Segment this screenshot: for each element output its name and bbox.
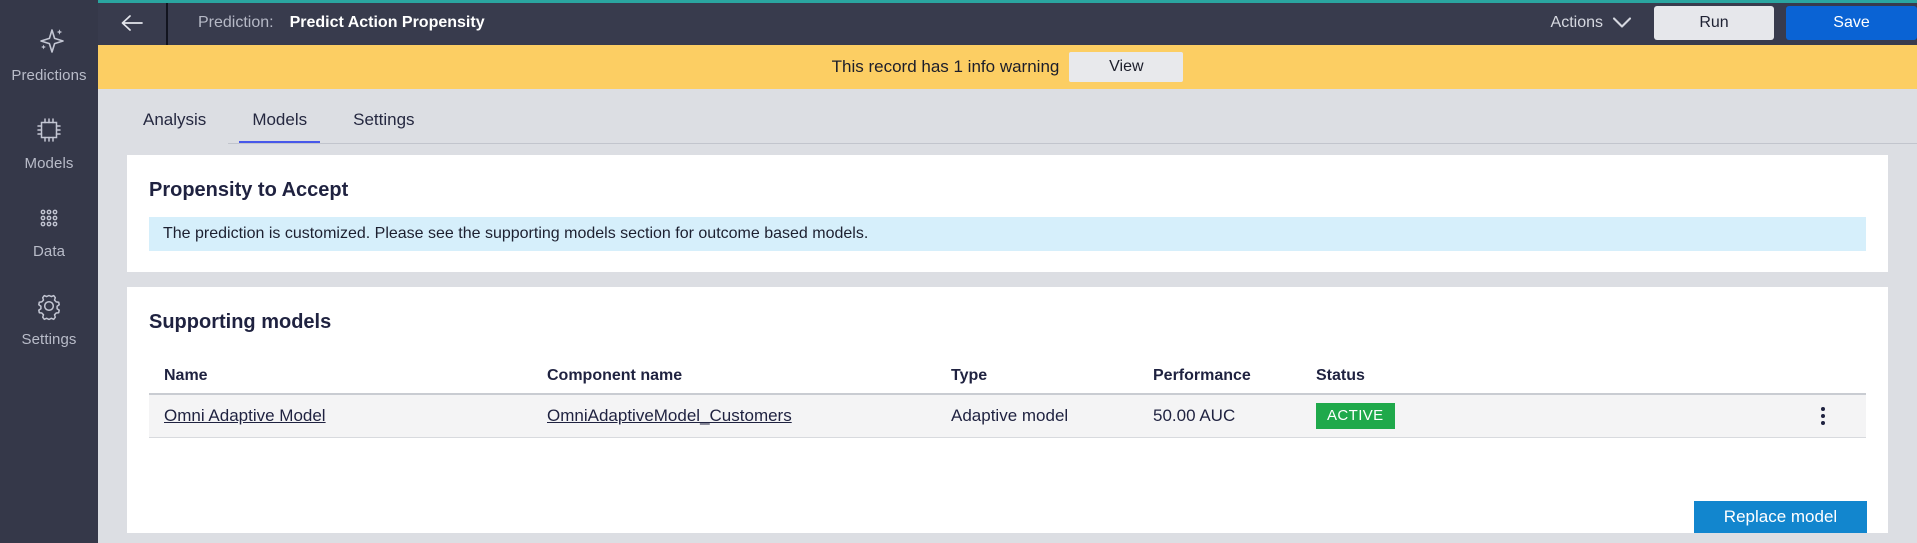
gear-icon [32, 289, 66, 323]
cell-component-name: OmniAdaptiveModel_Customers [547, 406, 951, 426]
table-header-row: Name Component name Type Performance Sta… [149, 359, 1866, 395]
model-name-link[interactable]: Omni Adaptive Model [164, 406, 326, 425]
warning-banner: This record has 1 info warning View [98, 45, 1917, 89]
sidebar-item-label: Models [24, 155, 74, 172]
column-header-status: Status [1316, 367, 1365, 384]
tab-analysis[interactable]: Analysis [130, 110, 219, 144]
sidebar-item-label: Predictions [11, 67, 87, 84]
sidebar-item-models[interactable]: Models [0, 98, 98, 186]
table-row: Omni Adaptive Model OmniAdaptiveModel_Cu… [149, 395, 1866, 438]
status-badge: ACTIVE [1316, 403, 1395, 429]
tab-bar: Analysis Models Settings [98, 89, 1917, 144]
header-prefix-label: Prediction: [198, 13, 274, 31]
chevron-down-icon [1612, 16, 1632, 29]
propensity-card: Propensity to Accept The prediction is c… [127, 155, 1888, 272]
save-button[interactable]: Save [1786, 5, 1917, 40]
column-header-component: Component name [547, 367, 683, 384]
cell-name: Omni Adaptive Model [149, 406, 547, 426]
top-accent-bar [98, 0, 1917, 3]
back-arrow-icon [119, 13, 145, 33]
kebab-menu-icon[interactable] [1811, 401, 1835, 431]
component-name-link[interactable]: OmniAdaptiveModel_Customers [547, 406, 792, 425]
tab-settings[interactable]: Settings [340, 110, 427, 144]
actions-dropdown-label: Actions [1550, 13, 1603, 31]
header-actions: Actions Run Save [1529, 0, 1917, 45]
chip-icon [32, 113, 66, 147]
sidebar-item-data[interactable]: Data [0, 186, 98, 274]
cell-row-actions [1696, 401, 1851, 431]
replace-model-menu-item[interactable]: Replace model [1694, 501, 1867, 533]
tab-bar-divider [228, 143, 1917, 144]
tab-models[interactable]: Models [239, 110, 321, 144]
app-root: Predictions Models Data Settings Predict… [0, 0, 1917, 543]
info-banner: The prediction is customized. Please see… [149, 217, 1866, 251]
column-header-name: Name [164, 367, 208, 384]
sidebar-item-settings[interactable]: Settings [0, 274, 98, 362]
back-button[interactable] [98, 0, 168, 45]
breadcrumb: Prediction: Predict Action Propensity [168, 14, 485, 32]
sidebar-item-label: Settings [21, 331, 77, 348]
supporting-models-title: Supporting models [149, 311, 332, 333]
run-button[interactable]: Run [1654, 5, 1774, 40]
cell-status: ACTIVE [1316, 403, 1696, 429]
warning-message: This record has 1 info warning [831, 57, 1060, 76]
dots-grid-icon [32, 201, 66, 235]
propensity-card-title: Propensity to Accept [149, 179, 349, 201]
app-header: Prediction: Predict Action Propensity Ac… [98, 0, 1917, 45]
cell-performance: 50.00 AUC [1153, 406, 1236, 425]
supporting-models-card: Supporting models Name Component name Ty… [127, 287, 1888, 533]
info-banner-text: The prediction is customized. Please see… [163, 225, 869, 242]
sparkle-icon [32, 25, 66, 59]
actions-dropdown[interactable]: Actions [1529, 0, 1654, 45]
left-sidebar: Predictions Models Data Settings [0, 0, 98, 543]
supporting-models-table: Name Component name Type Performance Sta… [149, 359, 1866, 438]
sidebar-item-label: Data [32, 243, 66, 260]
cell-type: Adaptive model [951, 406, 1069, 425]
column-header-performance: Performance [1153, 367, 1251, 384]
column-header-type: Type [951, 367, 988, 384]
view-warning-button[interactable]: View [1069, 52, 1184, 82]
sidebar-item-predictions[interactable]: Predictions [0, 10, 98, 98]
page-title: Predict Action Propensity [289, 13, 485, 31]
